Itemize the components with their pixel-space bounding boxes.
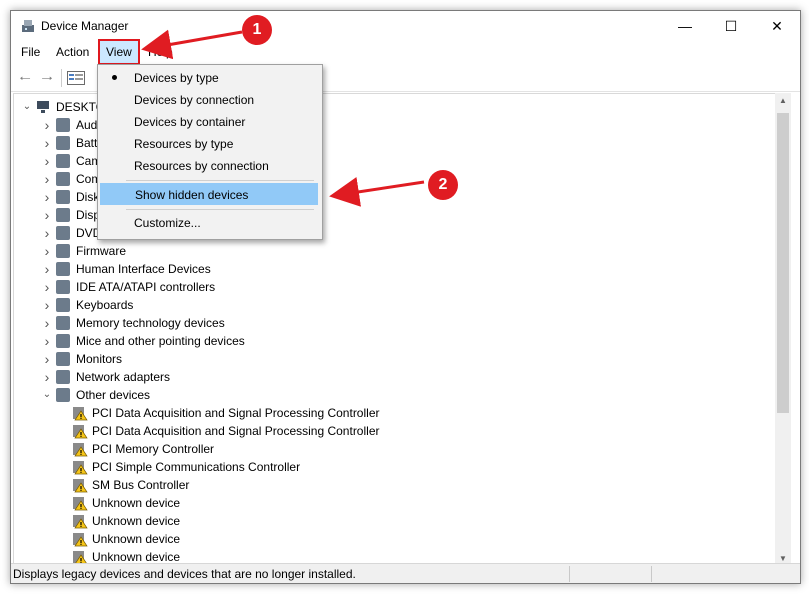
chevron-right-icon[interactable]: › [42,134,52,152]
device-label: PCI Data Acquisition and Signal Processi… [92,406,380,420]
chevron-right-icon[interactable]: › [42,278,52,296]
device-label: PCI Data Acquisition and Signal Processi… [92,424,380,438]
chevron-right-icon[interactable]: › [42,242,52,260]
chevron-right-icon[interactable]: › [42,152,52,170]
device-category-icon [56,118,70,132]
back-arrow-icon[interactable]: 🠀 [15,69,35,87]
device-label: Unknown device [92,532,181,546]
device-category-icon [56,316,70,330]
scroll-up-icon[interactable]: ▲ [775,93,791,109]
category-label: Human Interface Devices [76,262,211,276]
menu-item-resources-by-connection[interactable]: Resources by connection [100,155,318,177]
device-category-icon [56,388,70,402]
chevron-right-icon[interactable]: › [42,260,52,278]
chevron-down-icon[interactable]: ⌄ [22,98,32,116]
category-label: IDE ATA/ATAPI controllers [76,280,216,294]
annotation-badge-2: 2 [428,170,458,200]
menu-bar: File Action View Help [11,39,800,65]
chevron-right-icon[interactable]: › [42,116,52,134]
category-label: Memory technology devices [76,316,225,330]
view-menu-dropdown: Devices by type Devices by connection De… [97,64,323,240]
chevron-right-icon[interactable]: › [42,350,52,368]
category-label: Keyboards [76,298,134,312]
menu-item-label: Devices by type [134,71,219,85]
device-label: SM Bus Controller [92,478,190,492]
chevron-right-icon[interactable]: › [42,170,52,188]
device-category-icon [56,352,70,366]
chevron-right-icon[interactable]: › [42,296,52,314]
status-bar: Displays legacy devices and devices that… [11,563,800,583]
chevron-right-icon[interactable]: › [42,368,52,386]
annotation-badge-1: 1 [242,15,272,45]
menu-action[interactable]: Action [50,41,95,63]
device-label: PCI Memory Controller [92,442,215,456]
category-label: Batt [76,136,98,150]
device-category-icon [56,154,70,168]
minimize-button[interactable]: — [662,11,708,41]
scrollbar-thumb[interactable] [777,113,789,413]
toolbar-divider [61,69,62,87]
device-label: Unknown device [92,496,181,510]
device-category-icon [56,172,70,186]
chevron-right-icon[interactable]: › [42,314,52,332]
device-category-icon [56,370,70,384]
menu-item-devices-by-container[interactable]: Devices by container [100,111,318,133]
status-text: Displays legacy devices and devices that… [13,567,356,581]
forward-arrow-icon[interactable]: 🠂 [37,69,57,87]
menu-item-customize[interactable]: Customize... [100,212,318,234]
category-label: Network adapters [76,370,171,384]
category-label: Mice and other pointing devices [76,334,245,348]
chevron-right-icon[interactable]: › [42,188,52,206]
device-manager-icon [22,20,34,32]
menu-separator [126,209,314,210]
chevron-right-icon[interactable]: › [42,224,52,242]
chevron-right-icon[interactable]: › [42,206,52,224]
menu-help[interactable]: Help [142,41,179,63]
warning-device-icon [73,497,88,511]
warning-device-icon [73,407,88,421]
status-divider [569,566,570,582]
device-label: PCI Simple Communications Controller [92,460,301,474]
menu-item-resources-by-type[interactable]: Resources by type [100,133,318,155]
chevron-right-icon[interactable]: › [42,332,52,350]
warning-device-icon [73,533,88,547]
device-label: Unknown device [92,514,181,528]
device-category-icon [56,262,70,276]
vertical-scrollbar[interactable]: ▲ ▼ [775,93,791,567]
category-label: Other devices [76,388,151,402]
warning-device-icon [73,461,88,475]
warning-device-icon [73,515,88,529]
menu-separator [126,180,314,181]
category-label: Monitors [76,352,123,366]
properties-icon[interactable] [67,71,85,85]
close-button[interactable]: ✕ [754,11,800,41]
chevron-down-icon[interactable]: ⌄ [42,386,52,404]
device-category-icon [56,208,70,222]
menu-view[interactable]: View [98,39,140,65]
device-category-icon [56,226,70,240]
menu-item-show-hidden-devices[interactable]: Show hidden devices [100,183,318,205]
menu-item-devices-by-type[interactable]: Devices by type [100,67,318,89]
category-label: Firmware [76,244,126,258]
status-divider [651,566,652,582]
maximize-button[interactable]: ☐ [708,11,754,41]
device-category-icon [56,280,70,294]
category-label: Aud [76,118,98,132]
device-category-icon [56,136,70,150]
selected-bullet-icon [112,75,117,80]
device-category-icon [56,244,70,258]
device-category-icon [56,298,70,312]
category-label: Disk [76,190,100,204]
device-category-icon [56,334,70,348]
warning-device-icon [73,479,88,493]
menu-item-devices-by-connection[interactable]: Devices by connection [100,89,318,111]
warning-device-icon [73,443,88,457]
computer-icon [37,101,49,113]
warning-device-icon [73,425,88,439]
device-category-icon [56,190,70,204]
title-bar: Device Manager — ☐ ✕ [11,11,800,41]
menu-file[interactable]: File [15,41,46,63]
window-title: Device Manager [41,19,129,33]
